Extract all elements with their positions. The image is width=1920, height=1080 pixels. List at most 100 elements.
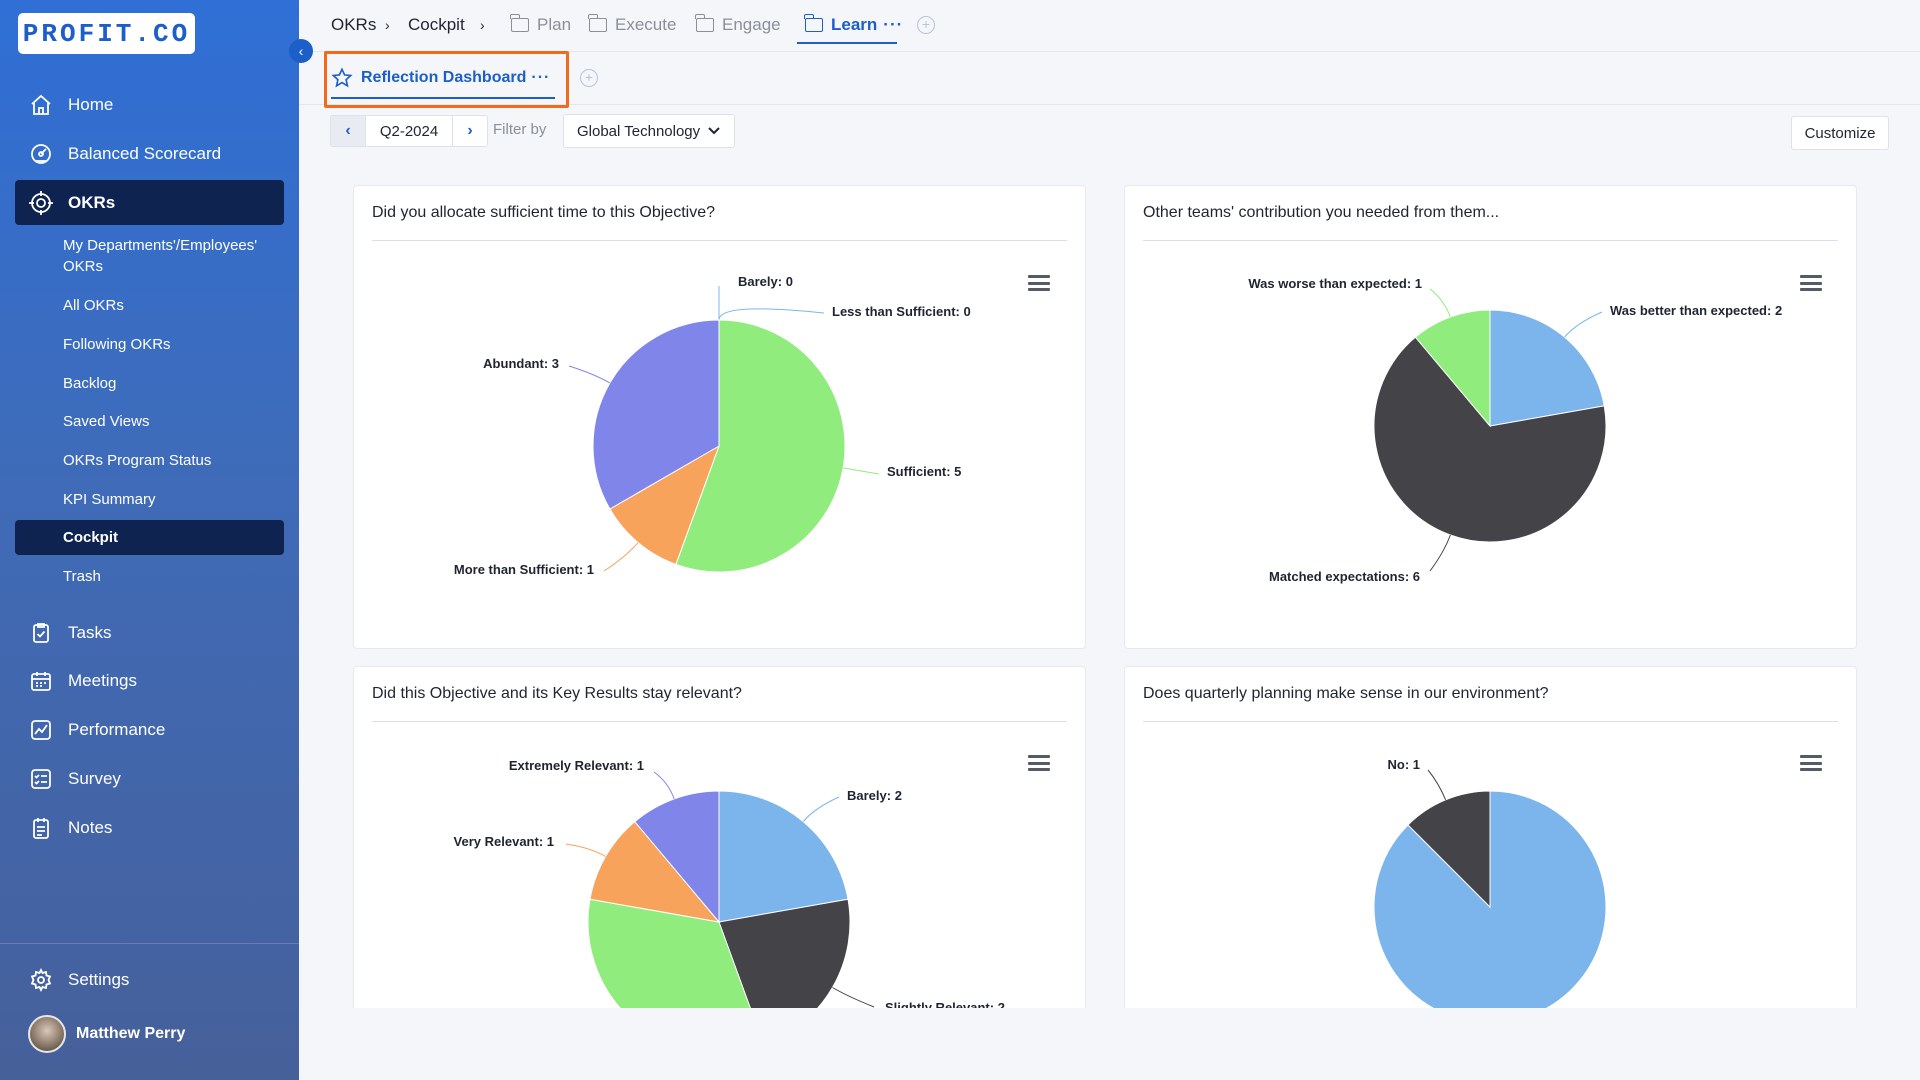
sidebar-subitem-cockpit[interactable]: Cockpit — [15, 520, 284, 555]
sidebar-subitem-backlog[interactable]: Backlog — [15, 372, 284, 394]
calendar-icon — [28, 668, 54, 694]
slice-label: Abundant: 3 — [483, 356, 559, 371]
previous-period-button[interactable]: ‹ — [331, 116, 365, 146]
chart-menu-icon[interactable] — [1800, 755, 1822, 771]
sidebar-item-home[interactable]: Home — [15, 84, 284, 126]
sidebar: PROFIT.CO Home Balanced Scorecard OKRs M… — [0, 0, 299, 1080]
home-icon — [28, 92, 54, 118]
sidebar-subitem-following-okrs[interactable]: Following OKRs — [15, 333, 284, 355]
tab-reflection-dashboard[interactable]: Reflection Dashboard ··· — [331, 57, 550, 99]
sidebar-subitem-label: Backlog — [63, 374, 117, 392]
user-profile[interactable]: Matthew Perry — [15, 1012, 284, 1056]
sidebar-item-notes[interactable]: Notes — [15, 807, 284, 849]
sidebar-subitem-label: KPI Summary — [63, 490, 156, 508]
collapse-sidebar-button[interactable]: ‹ — [289, 39, 313, 63]
chart-card-time-allocation: Did you allocate sufficient time to this… — [353, 185, 1086, 649]
sidebar-item-label: Balanced Scorecard — [68, 144, 222, 163]
active-tab-underline — [331, 97, 555, 99]
chart-card-team-contribution: Other teams' contribution you needed fro… — [1124, 185, 1857, 649]
sidebar-item-label: Tasks — [68, 623, 112, 642]
sidebar-subitem-my-departments[interactable]: My Departments'/Employees' — [15, 236, 284, 256]
slice-label: No: 1 — [1388, 757, 1421, 772]
chart-line-icon — [28, 717, 54, 743]
breadcrumb-engage[interactable]: Engage — [695, 14, 781, 35]
sidebar-subitem-trash[interactable]: Trash — [15, 565, 284, 587]
pie-chart: Was better than expected: 2 Matched expec… — [1248, 276, 1782, 584]
target-icon — [28, 190, 54, 216]
sidebar-item-performance[interactable]: Performance — [15, 709, 284, 751]
slice-connector — [1564, 311, 1603, 338]
breadcrumb-okrs[interactable]: OKRs — [331, 15, 376, 35]
add-dashboard-button[interactable]: + — [580, 69, 598, 87]
slice-label: Matched expectations: 6 — [1269, 569, 1420, 584]
star-icon[interactable] — [331, 67, 353, 89]
breadcrumb-learn[interactable]: Learn ··· — [804, 14, 903, 35]
plus-icon: + — [921, 16, 931, 32]
chart-menu-icon[interactable] — [1028, 275, 1050, 291]
more-options-icon[interactable]: ··· — [531, 69, 550, 87]
filter-by-label: Filter by — [493, 121, 547, 138]
sidebar-item-label: Notes — [68, 818, 113, 837]
sidebar-subitem-label: OKRs Program Status — [63, 451, 212, 469]
sidebar-subitem-okrs-program-status[interactable]: OKRs Program Status — [15, 449, 284, 471]
sidebar-item-tasks[interactable]: Tasks — [15, 612, 284, 654]
period-value[interactable]: Q2-2024 — [365, 116, 453, 146]
breadcrumb-plan[interactable]: Plan — [510, 14, 571, 35]
sidebar-item-meetings[interactable]: Meetings — [15, 660, 284, 702]
profitco-logo[interactable]: PROFIT.CO — [18, 13, 195, 54]
slice-label: Extremely Relevant: 1 — [509, 758, 644, 773]
gear-icon — [28, 967, 54, 993]
sidebar-item-label: Performance — [68, 720, 166, 739]
next-period-button[interactable]: › — [453, 116, 487, 146]
sidebar-divider — [0, 943, 299, 944]
sidebar-subitem-label: All OKRs — [63, 296, 124, 314]
breadcrumb-label: Learn — [831, 15, 878, 34]
sidebar-item-label: Settings — [68, 970, 130, 989]
slice-label: Barely: 2 — [847, 788, 902, 803]
breadcrumb-label: Execute — [615, 15, 677, 34]
sidebar-item-label: OKRs — [68, 192, 116, 212]
sidebar-subitem-label: Cockpit — [63, 529, 119, 546]
sidebar-subitem-label: Following OKRs — [63, 335, 171, 353]
sidebar-item-okrs[interactable]: OKRs — [15, 180, 284, 225]
sidebar-item-balanced-scorecard[interactable]: Balanced Scorecard — [15, 133, 284, 175]
sidebar-item-survey[interactable]: Survey — [15, 758, 284, 800]
slice-connector — [832, 987, 875, 1008]
folder-icon — [588, 14, 607, 32]
sidebar-item-label: Meetings — [68, 671, 137, 690]
sidebar-subitem-all-okrs[interactable]: All OKRs — [15, 294, 284, 316]
chart-menu-icon[interactable] — [1800, 275, 1822, 291]
slice-connector — [1429, 534, 1451, 572]
breadcrumb-execute[interactable]: Execute — [588, 14, 677, 35]
slice-label: Barely: 0 — [738, 274, 793, 289]
add-folder-button[interactable]: + — [917, 16, 935, 34]
slice-label: More than Sufficient: 1 — [454, 562, 594, 577]
slice-connector — [653, 771, 675, 800]
slice-connector — [603, 542, 639, 572]
user-name: Matthew Perry — [76, 1025, 186, 1042]
sidebar-item-settings[interactable]: Settings — [15, 959, 284, 1001]
select-value: Global Technology — [577, 122, 701, 140]
more-options-icon[interactable]: ··· — [883, 15, 903, 35]
sidebar-subitem-saved-views[interactable]: Saved Views — [15, 410, 284, 432]
sidebar-subitem-kpi-summary[interactable]: KPI Summary — [15, 488, 284, 510]
period-selector: ‹ Q2-2024 › — [330, 115, 488, 147]
chart-menu-icon[interactable] — [1028, 755, 1050, 771]
slice-connector — [565, 843, 606, 857]
customize-button[interactable]: Customize — [1791, 116, 1889, 150]
sidebar-subitem-my-departments-cont[interactable]: OKRs — [15, 256, 284, 276]
slice-label: Was better than expected: 2 — [1610, 303, 1782, 318]
pie-chart: Barely: 0 Less than Sufficient: 0 Sufficie… — [454, 274, 971, 577]
slice-connector — [1427, 769, 1447, 801]
scorecard-icon — [28, 141, 54, 167]
slice-connector — [1429, 288, 1451, 318]
breadcrumb-sep-text: › — [385, 17, 390, 33]
folder-icon — [510, 14, 529, 32]
department-filter-select[interactable]: Global Technology — [563, 114, 735, 148]
breadcrumb-cockpit[interactable]: Cockpit — [408, 15, 465, 35]
sidebar-item-label: Survey — [68, 769, 121, 788]
sidebar-subitem-label: My Departments'/Employees' — [63, 237, 258, 254]
slice-connector — [718, 308, 825, 321]
chevron-down-icon — [708, 124, 720, 138]
content-bottom-area — [299, 1008, 1920, 1080]
